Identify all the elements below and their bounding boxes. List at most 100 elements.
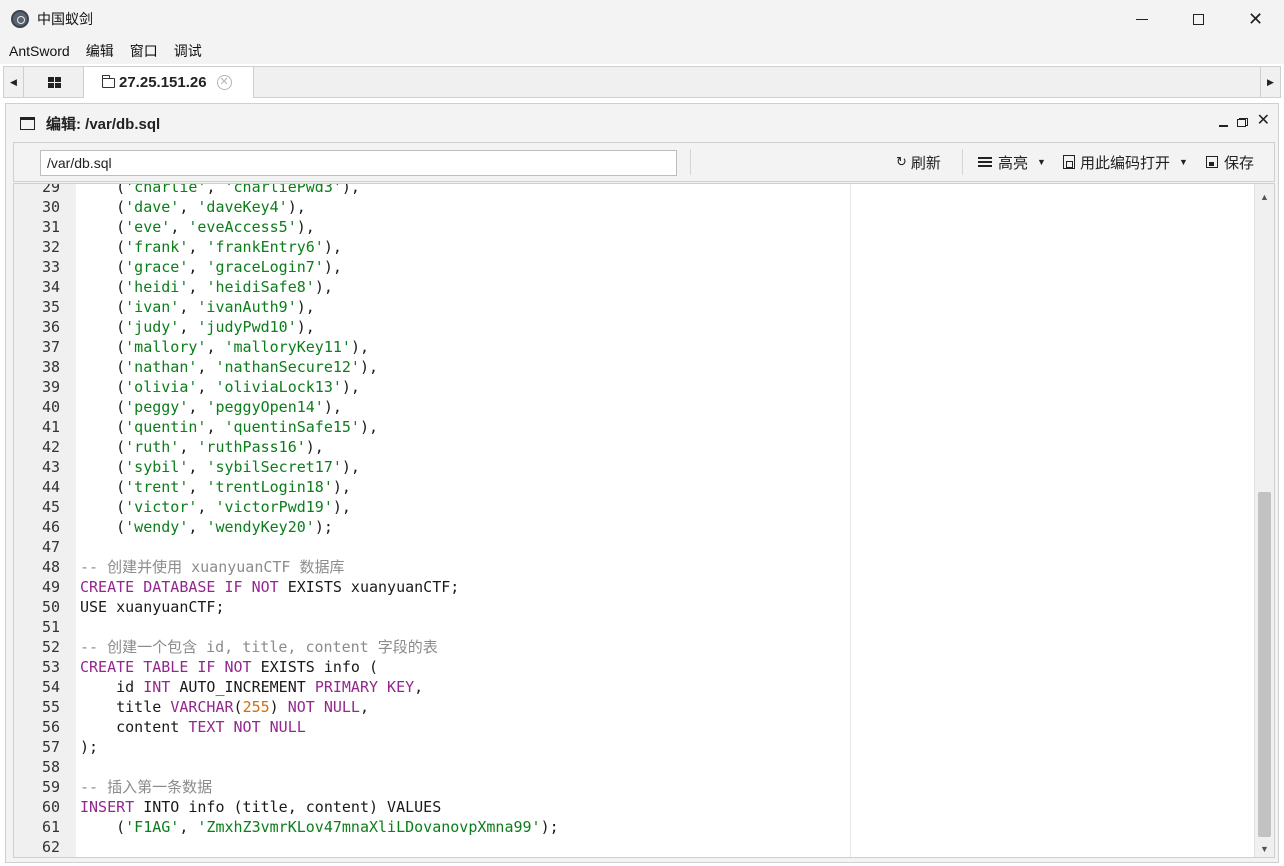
code-line: 52 -- 创建一个包含 id, title, content 字段的表 — [14, 637, 1254, 657]
line-number: 33 — [41, 258, 60, 276]
line-text: ('olivia', 'oliviaLock13'), — [60, 377, 360, 397]
tab-scroll-left-button[interactable]: ◀ — [4, 67, 24, 97]
minimize-button[interactable] — [1113, 0, 1170, 38]
code-line: 62 — [14, 837, 1254, 857]
code-token: EXISTS info ( — [251, 658, 379, 676]
caret-down-icon: ▼ — [1037, 157, 1046, 167]
menu-window[interactable]: 窗口 — [130, 41, 158, 61]
code-token: ( — [80, 198, 126, 216]
highlight-dropdown[interactable]: 高亮 ▼ — [978, 143, 1046, 181]
code-line: 61 ('F1AG', 'ZmxhZ3vmrKLov47mnaXliLDovan… — [14, 817, 1254, 837]
editor-header: 编辑: /var/db.sql ✕ — [6, 104, 1278, 142]
maximize-button[interactable] — [1170, 0, 1227, 38]
code-line: 42 ('ruth', 'ruthPass16'), — [14, 437, 1254, 457]
line-number: 62 — [41, 838, 60, 856]
line-number: 37 — [41, 338, 60, 356]
save-label: 保存 — [1224, 154, 1255, 172]
scroll-up-icon[interactable]: ▲ — [1260, 192, 1269, 202]
code-token: 'oliviaLock13' — [215, 378, 342, 396]
refresh-button[interactable]: ↻ 刷新 — [896, 143, 941, 181]
tab-host-label: 27.25.151.26 — [119, 74, 207, 91]
line-text: content TEXT NOT NULL — [60, 717, 306, 737]
code-token: 'eve' — [125, 218, 171, 236]
editor-minimize-icon[interactable] — [1218, 125, 1228, 127]
code-token: 'ruth' — [125, 438, 180, 456]
code-line: 38 ('nathan', 'nathanSecure12'), — [14, 357, 1254, 377]
code-token: , — [188, 518, 207, 536]
code-line: 44 ('trent', 'trentLogin18'), — [14, 477, 1254, 497]
line-text: ('peggy', 'peggyOpen14'), — [60, 397, 342, 417]
code-line: 56 content TEXT NOT NULL — [14, 717, 1254, 737]
code-line: 33 ('grace', 'graceLogin7'), — [14, 257, 1254, 277]
menu-debug[interactable]: 调试 — [174, 41, 202, 61]
path-input[interactable] — [40, 150, 677, 176]
tab-home-grid[interactable] — [26, 67, 84, 97]
menu-edit[interactable]: 编辑 — [86, 41, 114, 61]
code-line: 46 ('wendy', 'wendyKey20'); — [14, 517, 1254, 537]
line-text — [60, 757, 80, 777]
save-button[interactable]: 保存 — [1206, 143, 1254, 181]
editor-toolbar: ↻ 刷新 高亮 ▼ 用此编码打开 ▼ 保存 — [13, 142, 1275, 182]
menu-antsword[interactable]: AntSword — [9, 43, 70, 59]
line-text: ('ivan', 'ivanAuth9'), — [60, 297, 315, 317]
code-token: 'heidiSafe8' — [206, 278, 315, 296]
antsword-logo-icon — [11, 10, 29, 28]
code-token: INSERT — [80, 798, 135, 816]
code-token: ), — [341, 378, 360, 396]
code-token: 'charliePwd3' — [224, 183, 342, 196]
refresh-label: 刷新 — [910, 154, 941, 172]
line-text: INSERT INTO info (title, content) VALUES — [60, 797, 441, 817]
code-token: 'graceLogin7' — [206, 258, 324, 276]
code-token: 'ivan' — [125, 298, 180, 316]
vertical-scrollbar[interactable]: ▲ ▼ — [1254, 184, 1274, 857]
code-token: ( — [80, 358, 126, 376]
scroll-down-icon[interactable]: ▼ — [1260, 844, 1269, 854]
code-token: 'peggy' — [125, 398, 189, 416]
code-token: , — [188, 238, 207, 256]
line-text — [60, 617, 80, 637]
code-token: AUTO_INCREMENT — [170, 678, 315, 696]
editor-restore-icon[interactable] — [1236, 117, 1248, 127]
code-token: ), — [332, 478, 351, 496]
code-token: -- 创建并使用 xuanyuanCTF 数据库 — [80, 558, 345, 576]
code-line: 37 ('mallory', 'malloryKey11'), — [14, 337, 1254, 357]
code-token: ), — [323, 258, 342, 276]
code-token: 'sybil' — [125, 458, 189, 476]
code-token: ( — [80, 518, 126, 536]
line-text: ('grace', 'graceLogin7'), — [60, 257, 342, 277]
code-token: 'frank' — [125, 238, 189, 256]
scrollbar-thumb[interactable] — [1258, 492, 1271, 837]
tab-close-icon[interactable]: ✕ — [216, 75, 232, 90]
line-text: ('dave', 'daveKey4'), — [60, 197, 306, 217]
code-token: 'victorPwd19' — [215, 498, 333, 516]
open-with-encoding-label: 用此编码打开 — [1080, 154, 1171, 172]
tab-scroll-right-button[interactable]: ▶ — [1260, 67, 1280, 97]
code-token: , — [197, 358, 216, 376]
line-number: 48 — [41, 558, 60, 576]
close-button[interactable]: ✕ — [1227, 0, 1284, 38]
code-token: , — [179, 318, 198, 336]
code-token: -- 插入第一条数据 — [80, 778, 213, 796]
line-text: ('quentin', 'quentinSafe15'), — [60, 417, 378, 437]
tab-host[interactable]: 27.25.151.26 ✕ — [84, 67, 254, 98]
maximize-icon — [1193, 13, 1204, 25]
caret-right-icon: ▶ — [1267, 76, 1274, 87]
line-number: 60 — [41, 798, 60, 816]
line-number: 34 — [41, 278, 60, 296]
line-text: ('wendy', 'wendyKey20'); — [60, 517, 333, 537]
open-with-encoding-dropdown[interactable]: 用此编码打开 ▼ — [1063, 143, 1188, 181]
code-token: , — [188, 258, 207, 276]
code-token: , — [197, 378, 216, 396]
code-token: ( — [80, 458, 126, 476]
code-token: 'victor' — [125, 498, 198, 516]
code-token: , — [179, 198, 198, 216]
code-lines: 29 ('charlie', 'charliePwd3'), 30 ('dave'… — [14, 183, 1254, 857]
code-token: TEXT NOT NULL — [188, 718, 306, 736]
editor-close-icon[interactable]: ✕ — [1257, 113, 1270, 129]
code-editor[interactable]: 29 ('charlie', 'charliePwd3'), 30 ('dave'… — [13, 183, 1275, 858]
code-token: 'nathanSecure12' — [215, 358, 360, 376]
code-token: , — [206, 183, 225, 196]
code-line: 41 ('quentin', 'quentinSafe15'), — [14, 417, 1254, 437]
window-controls: ✕ — [1113, 0, 1284, 38]
line-text: ('ruth', 'ruthPass16'), — [60, 437, 324, 457]
